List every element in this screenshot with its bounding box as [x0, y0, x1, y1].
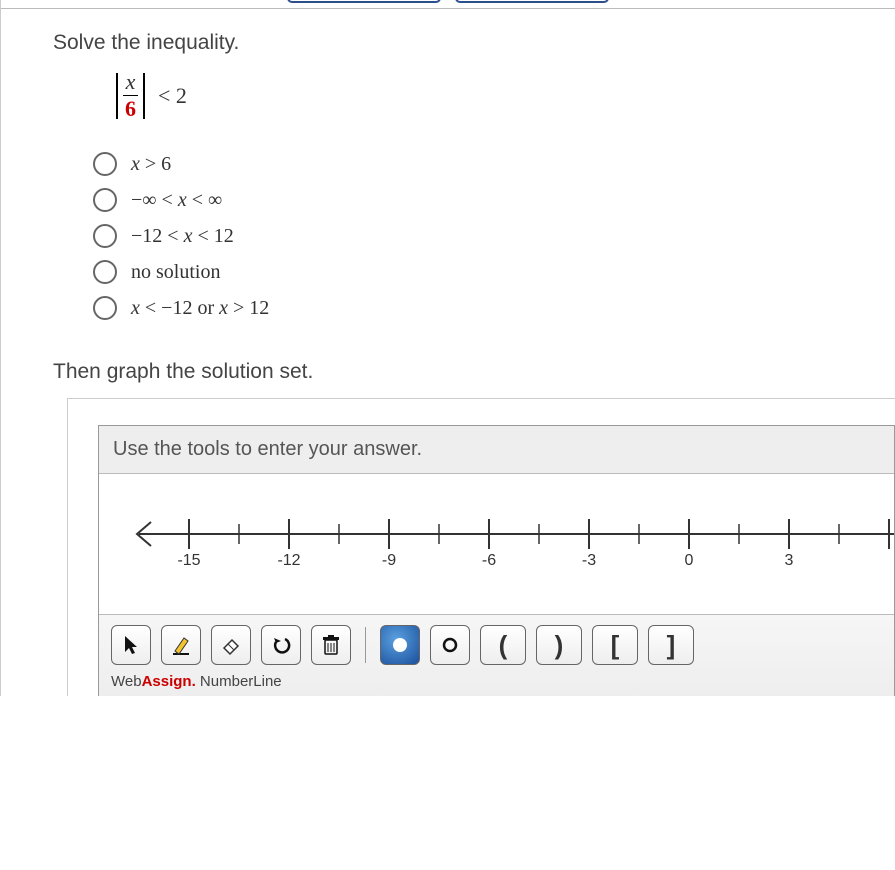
radio-icon [93, 188, 117, 212]
undo-icon [270, 634, 292, 656]
paren-left-button[interactable]: ( [480, 625, 526, 665]
toolbar-divider [365, 627, 366, 663]
open-paren-left-icon: ( [499, 630, 508, 661]
brand-label: WebAssign. NumberLine [111, 673, 882, 690]
option-radio[interactable]: no solution [93, 260, 895, 284]
fraction-numerator: x [124, 69, 138, 95]
option-radio[interactable]: x < −12 or x > 12 [93, 296, 895, 320]
graph-prompt: Then graph the solution set. [53, 360, 895, 384]
number-line-canvas[interactable]: -15 -12 -9 -6 -3 0 3 [99, 474, 894, 614]
select-arrow-icon [122, 634, 140, 656]
numberline-header: Use the tools to enter your answer. [99, 426, 894, 474]
paren-right-button[interactable]: ) [536, 625, 582, 665]
closed-bracket-right-icon: ] [667, 630, 676, 661]
option-label: no solution [131, 261, 220, 284]
tab-stub-1 [287, 0, 441, 3]
radio-icon [93, 152, 117, 176]
tick-label: -9 [382, 552, 396, 570]
option-label: −∞ < x < ∞ [131, 189, 222, 212]
options-group: x > 6 −∞ < x < ∞ −12 < x < 12 no solutio… [93, 152, 895, 320]
inequality-expression: x 6 < 2 [113, 69, 187, 122]
clear-tool-button[interactable] [311, 625, 351, 665]
option-label: x > 6 [131, 153, 171, 176]
tick-label: -12 [277, 552, 300, 570]
option-label: −12 < x < 12 [131, 225, 234, 248]
eraser-icon [220, 634, 242, 656]
numberline-toolbar: ( ) [ ] WebAssign. NumberLine [99, 614, 894, 696]
trash-icon [321, 634, 341, 656]
select-tool-button[interactable] [111, 625, 151, 665]
closed-bracket-left-icon: [ [611, 630, 620, 661]
radio-icon [93, 296, 117, 320]
fraction-denominator: 6 [123, 96, 138, 122]
eraser-tool-button[interactable] [211, 625, 251, 665]
closed-point-button[interactable] [380, 625, 420, 665]
bracket-left-button[interactable]: [ [592, 625, 638, 665]
bracket-right-button[interactable]: ] [648, 625, 694, 665]
tick-label: -6 [482, 552, 496, 570]
question-prompt: Solve the inequality. [53, 31, 895, 55]
draw-tool-button[interactable] [161, 625, 201, 665]
open-point-button[interactable] [430, 625, 470, 665]
radio-icon [93, 260, 117, 284]
tick-label: 0 [685, 552, 694, 570]
tab-stub-2 [455, 0, 609, 3]
closed-point-icon [391, 636, 409, 654]
option-radio[interactable]: −∞ < x < ∞ [93, 188, 895, 212]
option-radio[interactable]: x > 6 [93, 152, 895, 176]
radio-icon [93, 224, 117, 248]
tick-label: 3 [785, 552, 794, 570]
open-paren-right-icon: ) [555, 630, 564, 661]
open-point-icon [441, 636, 459, 654]
undo-tool-button[interactable] [261, 625, 301, 665]
inequality-rhs: < 2 [158, 83, 187, 109]
option-radio[interactable]: −12 < x < 12 [93, 224, 895, 248]
tick-label: -15 [177, 552, 200, 570]
draw-pencil-icon [170, 634, 192, 656]
numberline-panel: Use the tools to enter your answer. [98, 425, 895, 696]
tick-label: -3 [582, 552, 596, 570]
option-label: x < −12 or x > 12 [131, 297, 269, 320]
